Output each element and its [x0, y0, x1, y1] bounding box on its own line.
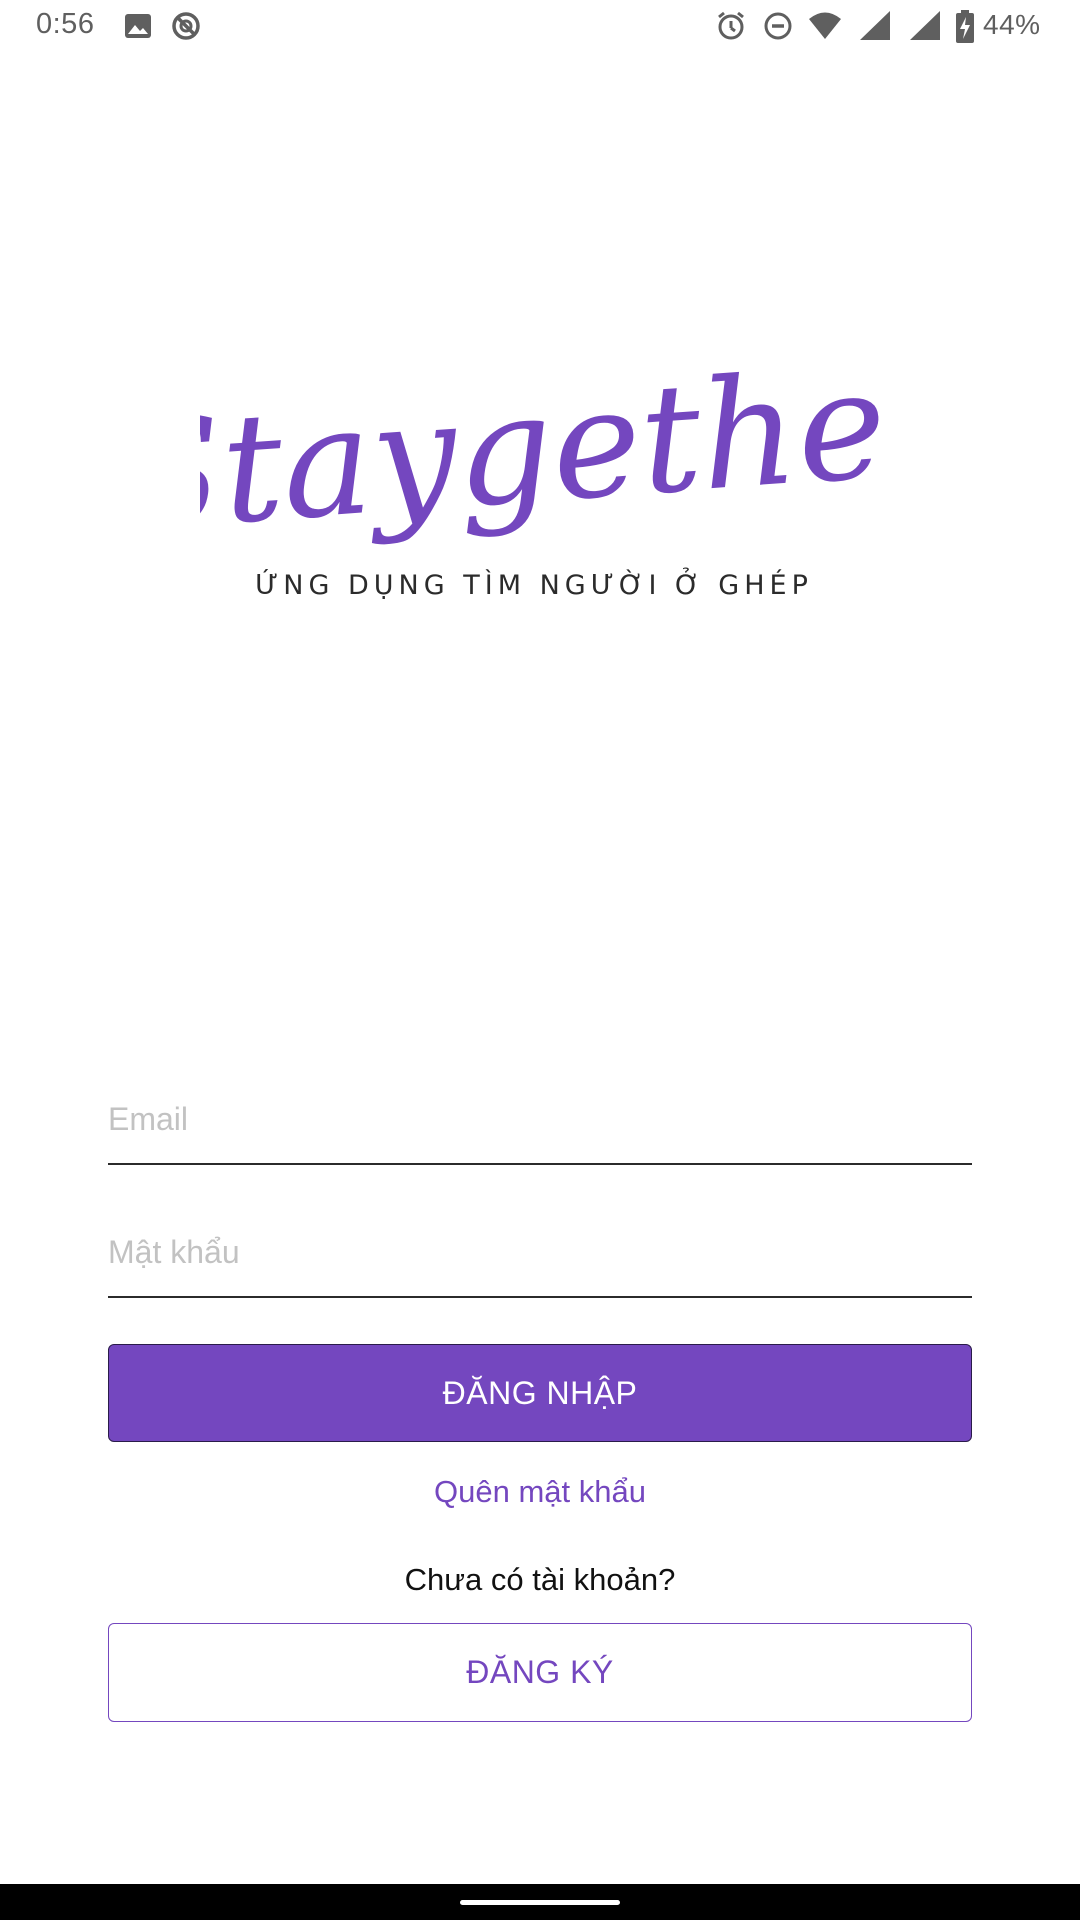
logo-tagline: ỨNG DỤNG TÌM NGƯỜI Ở GHÉP	[255, 570, 813, 601]
login-button[interactable]: ĐĂNG NHẬP	[108, 1344, 972, 1442]
app-logo: Staygether ỨNG DỤNG TÌM NGƯỜI Ở GHÉP	[200, 320, 880, 610]
email-field[interactable]	[108, 1085, 972, 1165]
do-not-disturb-icon	[762, 10, 794, 42]
sync-off-icon	[170, 10, 202, 42]
login-button-label: ĐĂNG NHẬP	[442, 1374, 638, 1411]
logo-wordmark-text: Staygether	[200, 332, 880, 565]
status-time: 0:56	[36, 8, 95, 40]
no-account-text: Chưa có tài khoản?	[404, 1562, 676, 1597]
signal-icon	[858, 10, 890, 42]
register-button-label: ĐĂNG KÝ	[466, 1654, 614, 1690]
password-field[interactable]	[108, 1218, 972, 1298]
alarm-icon	[715, 10, 747, 42]
battery-percent: 44%	[983, 9, 1041, 40]
wifi-icon	[808, 10, 841, 42]
navigation-bar	[0, 1884, 1080, 1920]
logo-wordmark: Staygether	[200, 332, 880, 565]
status-bar: 0:56 44%	[0, 0, 1080, 54]
register-button[interactable]: ĐĂNG KÝ	[108, 1623, 972, 1722]
home-gesture-handle[interactable]	[460, 1900, 620, 1905]
battery-charging-icon	[955, 10, 977, 43]
signal-icon	[908, 10, 940, 42]
image-icon	[122, 10, 154, 42]
forgot-password-link[interactable]: Quên mật khẩu	[0, 1474, 1080, 1510]
